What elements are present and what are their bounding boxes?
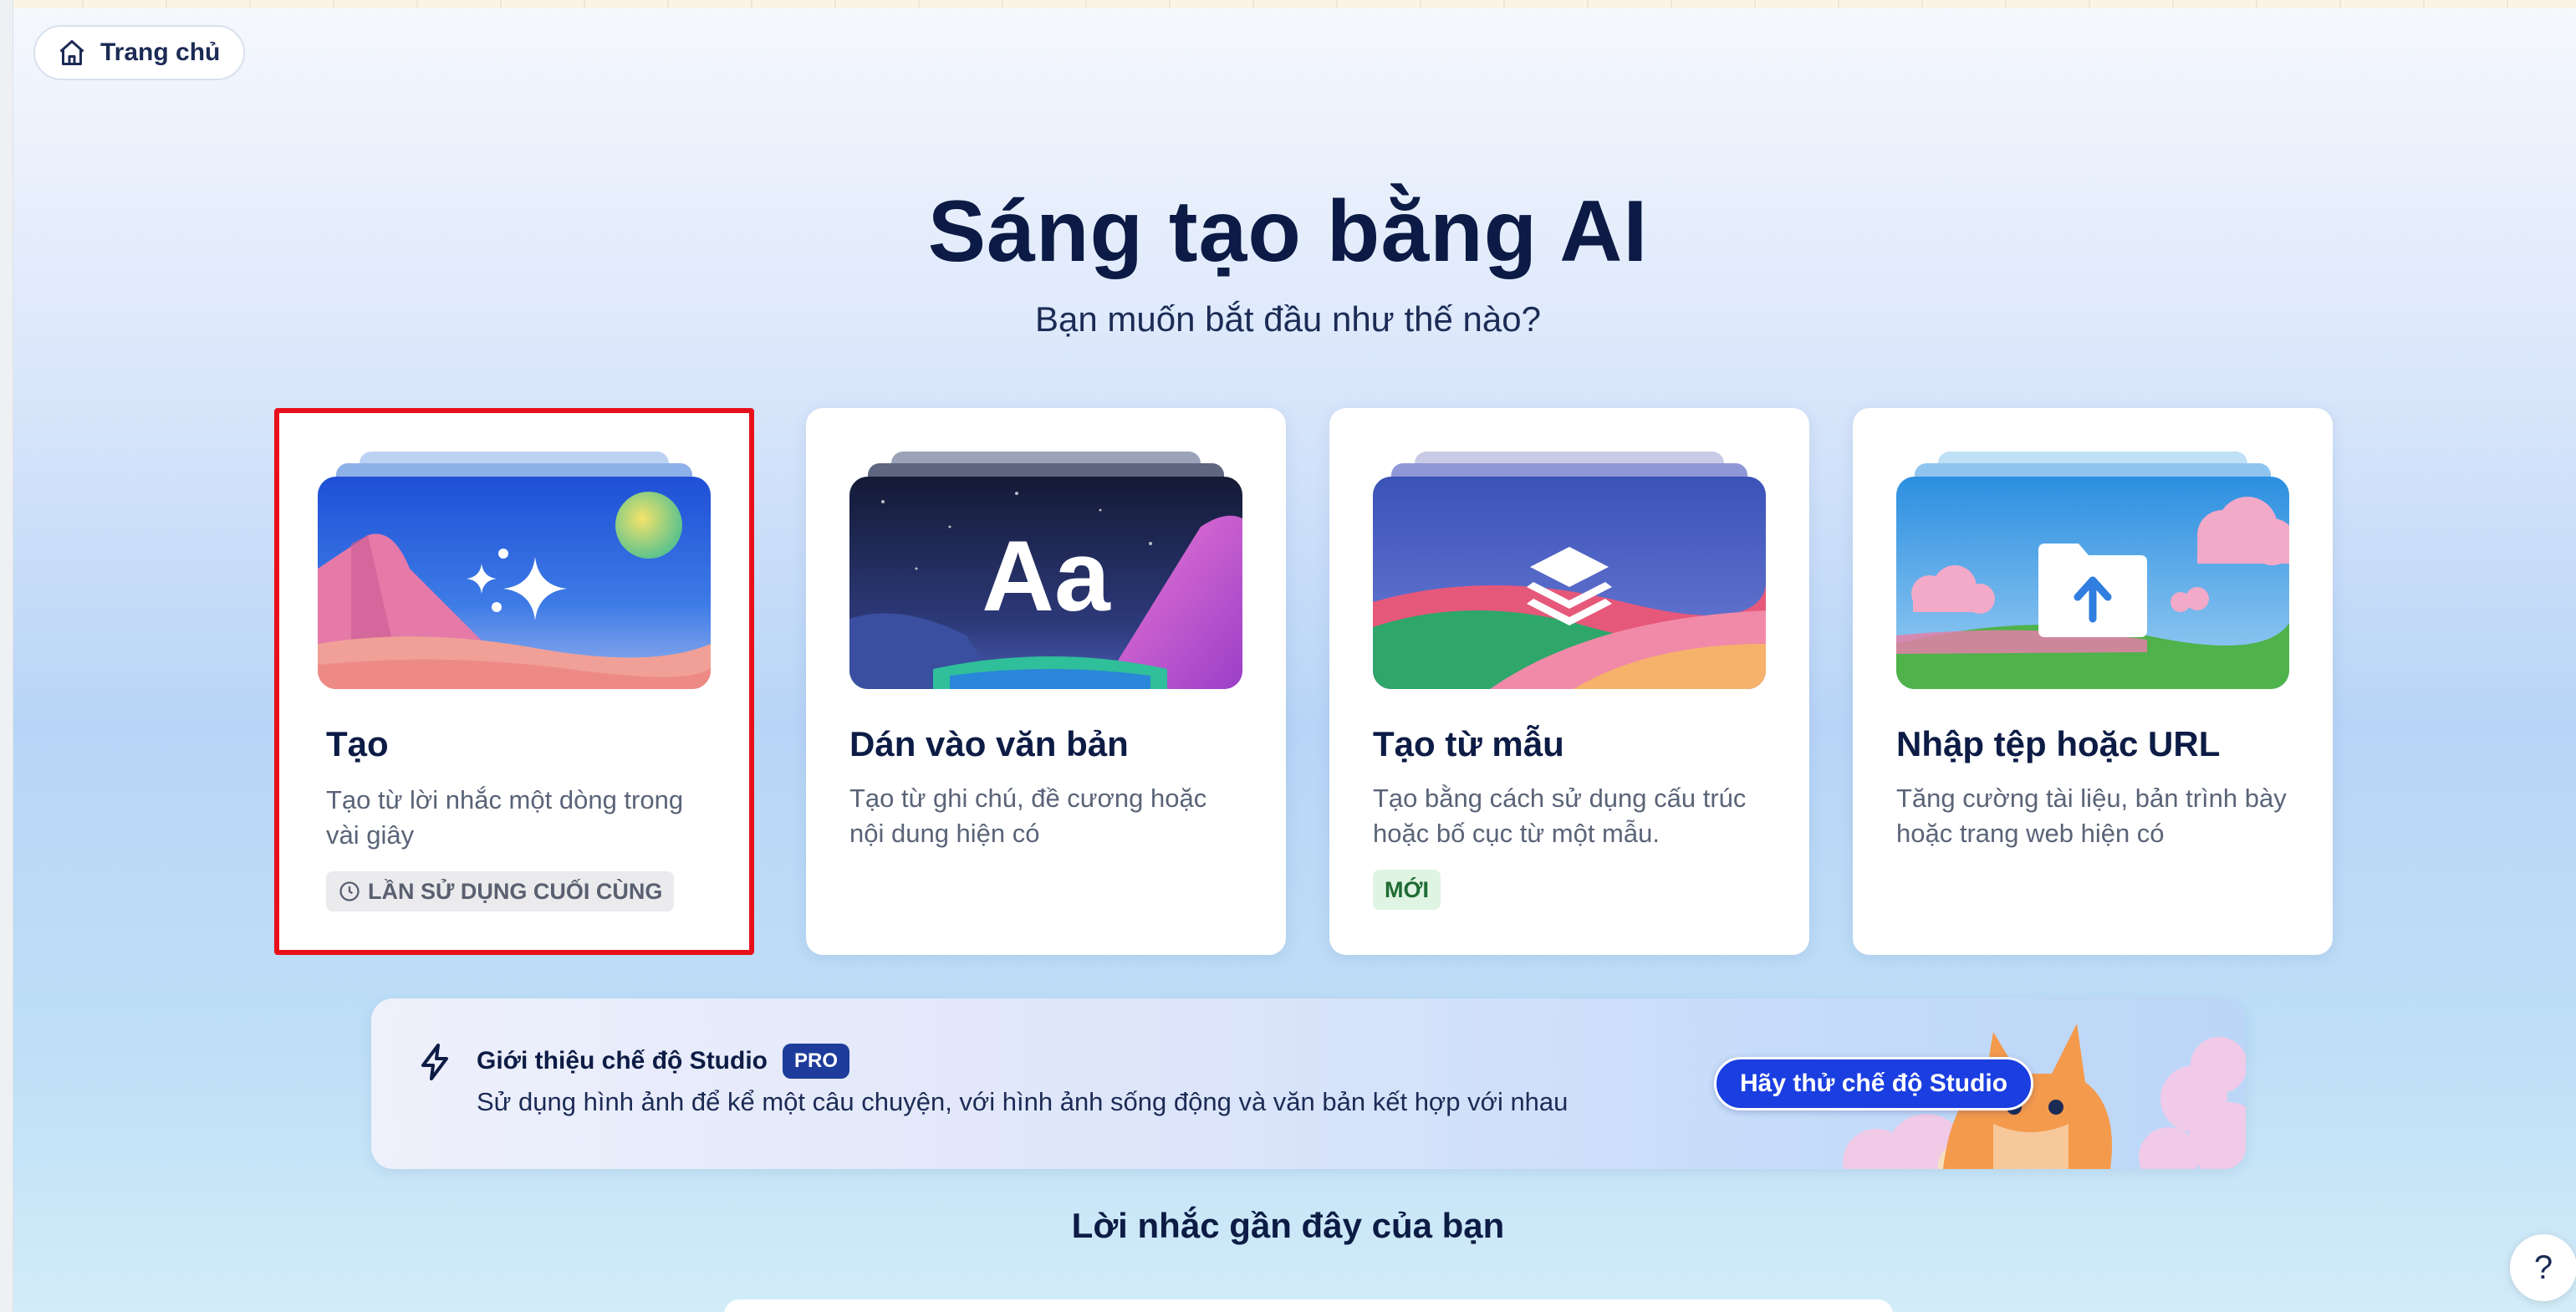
last-used-badge: LẦN SỬ DỤNG CUỐI CÙNG (326, 871, 675, 911)
card-generate[interactable]: Tạo Tạo từ lời nhắc một dòng trong vài g… (274, 408, 754, 955)
studio-title: Giới thiệu chế độ Studio (477, 1047, 768, 1075)
last-used-label: LẦN SỬ DỤNG CUỐI CÙNG (368, 878, 663, 904)
card-paste-text[interactable]: Aa Dán vào văn bản Tạo từ ghi chú, đề cư… (806, 408, 1286, 955)
home-label: Trang chủ (100, 38, 221, 66)
page-title: Sáng tạo bằng AI (927, 183, 1649, 280)
card-thumbnail (1373, 452, 1766, 689)
recent-prompts-list (724, 1299, 1893, 1312)
pro-badge: PRO (783, 1044, 850, 1079)
try-studio-button[interactable]: Hãy thử chế độ Studio (1714, 1057, 2034, 1110)
home-button[interactable]: Trang chủ (33, 25, 246, 80)
card-title: Tạo (326, 724, 389, 763)
studio-banner: Giới thiệu chế độ Studio PRO Sử dụng hìn… (371, 998, 2246, 1169)
card-description: Tạo từ ghi chú, đề cương hoặc nội dung h… (849, 784, 1207, 848)
card-thumbnail (1896, 452, 2289, 689)
clock-icon (339, 881, 360, 901)
aa-glyph: Aa (982, 520, 1111, 632)
card-title: Dán vào văn bản (849, 724, 1129, 763)
card-thumbnail: Aa (849, 452, 1242, 689)
card-description: Tạo từ lời nhắc một dòng trong vài giây (326, 785, 684, 850)
card-description: Tăng cường tài liệu, bản trình bày hoặc … (1896, 784, 2287, 848)
recent-prompts-title: Lời nhắc gần đây của bạn (1071, 1206, 1505, 1245)
folder-upload-icon (2038, 544, 2147, 637)
card-title: Tạo từ mẫu (1373, 724, 1564, 763)
card-import-file-url[interactable]: Nhập tệp hoặc URL Tăng cường tài liệu, b… (1853, 408, 2333, 955)
card-thumbnail (318, 452, 711, 689)
studio-title-row: Giới thiệu chế độ Studio PRO (477, 1044, 850, 1079)
card-description: Tạo bằng cách sử dụng cấu trúc hoặc bố c… (1373, 784, 1747, 848)
card-title: Nhập tệp hoặc URL (1896, 724, 2221, 763)
new-badge: MỚI (1373, 870, 1441, 910)
home-icon (59, 40, 84, 65)
page-subtitle: Bạn muốn bắt đầu như thế nào? (1035, 299, 1541, 339)
bolt-icon (421, 1044, 448, 1080)
help-button[interactable]: ? (2510, 1234, 2576, 1301)
card-from-template[interactable]: Tạo từ mẫu Tạo bằng cách sử dụng cấu trú… (1329, 408, 1809, 955)
studio-description: Sử dụng hình ảnh để kể một câu chuyện, v… (477, 1087, 1569, 1116)
top-strip (0, 0, 2576, 8)
